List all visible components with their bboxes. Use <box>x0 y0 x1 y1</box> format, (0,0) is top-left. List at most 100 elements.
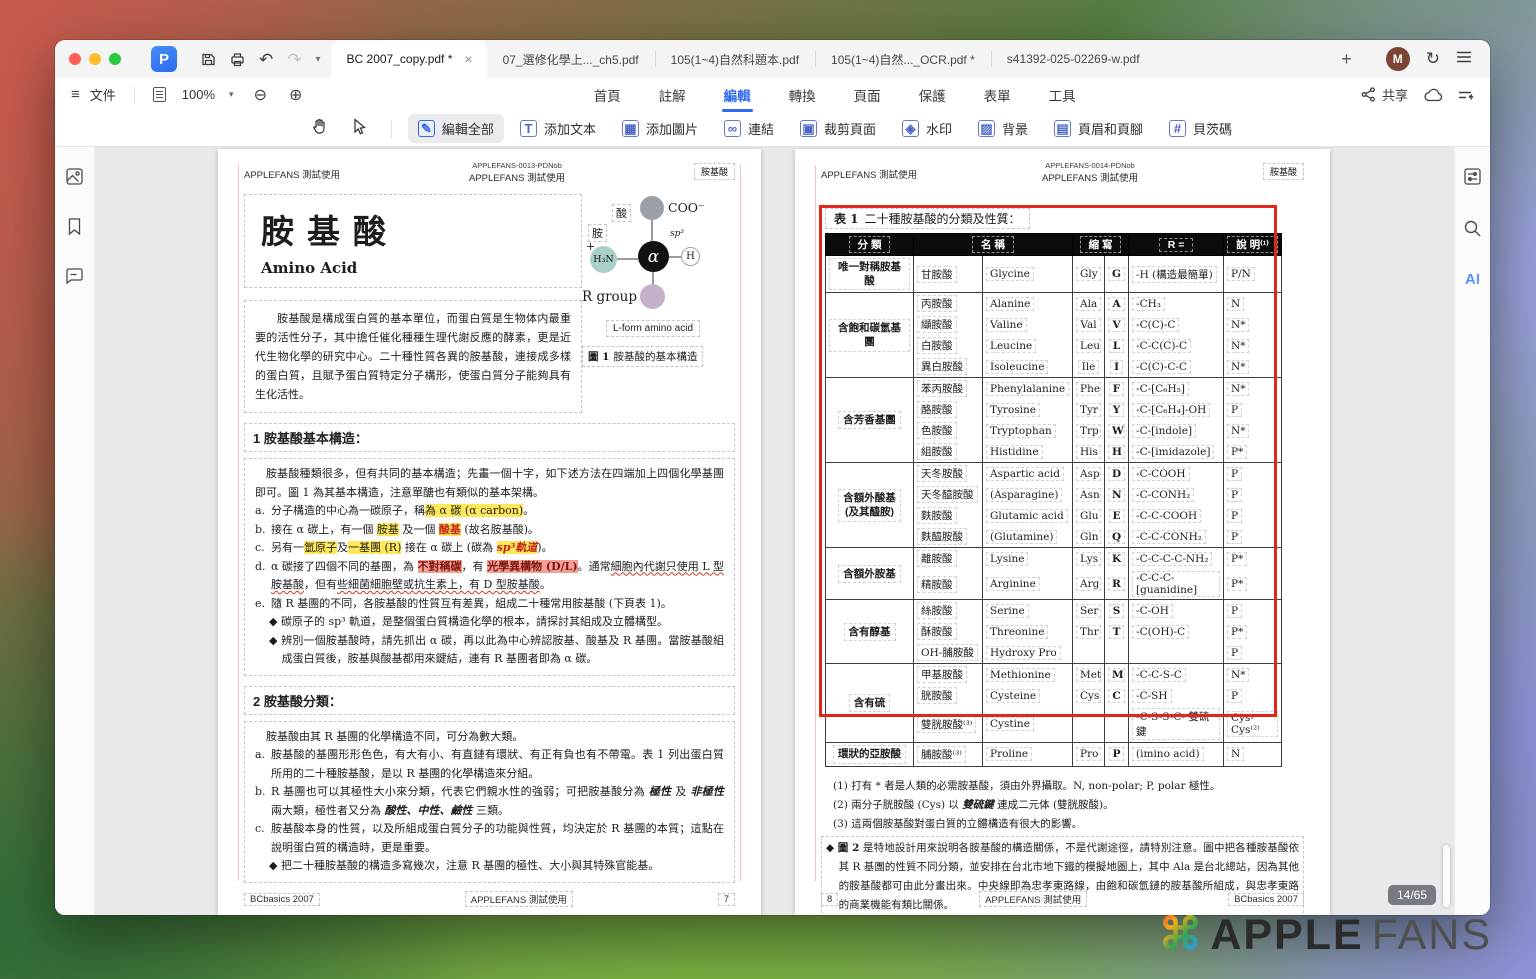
table-cell: N* <box>1224 378 1282 400</box>
table-cell: P <box>1105 743 1129 766</box>
ribbon-tab-表單[interactable]: 表單 <box>982 79 1013 111</box>
table-cell <box>1105 642 1129 664</box>
bates-icon: # <box>1169 120 1186 137</box>
background-icon: ▨ <box>978 120 995 137</box>
sync-icon[interactable]: ↻ <box>1426 49 1440 69</box>
tool-button[interactable]: T添加文本 <box>510 114 606 143</box>
ribbon-tab-頁面[interactable]: 頁面 <box>852 79 883 111</box>
page-display-icon[interactable] <box>153 87 166 102</box>
table-cell: P <box>1224 463 1282 485</box>
zoom-in-button[interactable]: ⊕ <box>283 85 308 105</box>
table-cell: I <box>1105 356 1129 378</box>
table-cell: 天冬胺酸 <box>914 463 983 485</box>
ribbon-tab-首頁[interactable]: 首頁 <box>592 79 623 111</box>
history-caret-icon[interactable]: ▾ <box>316 54 321 65</box>
ribbon-tab-保護[interactable]: 保護 <box>917 79 948 111</box>
table-cell: Glycine <box>983 256 1073 293</box>
vertical-scrollbar-thumb[interactable] <box>1443 845 1450 907</box>
bookmark-icon[interactable] <box>66 217 83 241</box>
tool-button[interactable]: # 貝茨碼 <box>1159 114 1242 143</box>
tab-bar-right: M ↻ <box>1368 40 1490 78</box>
table-cell: Isoleucine <box>983 356 1073 378</box>
close-window-button[interactable] <box>69 53 81 65</box>
table-cell: -H (構造最簡單) <box>1129 256 1224 293</box>
ribbon-tab-編輯[interactable]: 編輯 <box>722 79 753 111</box>
document-tab[interactable]: BC 2007_copy.pdf *× <box>331 40 487 78</box>
brand-bold-text: APPLE <box>1210 914 1363 957</box>
pdf-page-7[interactable]: APPLEFANS 測試使用 APPLEFANS-0013-PDNob APPL… <box>218 149 761 915</box>
crop-icon: ▣ <box>800 120 817 137</box>
ai-assistant-icon[interactable]: AI <box>1465 271 1480 288</box>
cloud-icon[interactable] <box>1424 88 1443 102</box>
tool-button[interactable]: ✎編輯全部 <box>408 114 504 143</box>
table-cell: Ser <box>1073 600 1105 622</box>
section1-bullet: ◆ 辨別一個胺基酸時，請先抓出 α 碳，再以此為中心辨認胺基、酸基及 R 基團。… <box>269 632 724 669</box>
undo-icon[interactable]: ↶ <box>259 51 273 68</box>
table-cell: 麩醯胺酸 <box>914 526 983 548</box>
right-sidebar: AI <box>1454 147 1490 915</box>
tool-button[interactable]: ∞連結 <box>714 114 784 143</box>
add-image-icon: ▦ <box>622 120 639 137</box>
tool-label: 貝茨碼 <box>1193 119 1232 138</box>
search-icon[interactable] <box>1463 219 1482 243</box>
zoom-out-button[interactable]: ⊖ <box>248 85 273 105</box>
tool-label: 添加圖片 <box>646 119 698 138</box>
table-cell: Pro <box>1073 743 1105 766</box>
tool-button[interactable]: ▤頁眉和頁腳 <box>1044 114 1153 143</box>
document-tab[interactable]: s41392-025-02269-w.pdf <box>991 40 1156 78</box>
tool-button[interactable]: ▦ 添加圖片 <box>612 114 708 143</box>
table-cell: N <box>1224 743 1282 766</box>
table-cell: 絲胺酸 <box>914 600 983 622</box>
redo-icon[interactable]: ↷ <box>287 51 301 68</box>
hand-tool-icon[interactable] <box>303 114 336 144</box>
account-avatar[interactable]: M <box>1386 47 1410 71</box>
table-cell: W <box>1105 420 1129 441</box>
panel-icon[interactable] <box>1463 167 1482 191</box>
menu-hamburger-icon[interactable] <box>1456 50 1472 69</box>
tool-button[interactable]: ▨ 背景 <box>968 114 1038 143</box>
tool-button[interactable]: ▣裁剪頁面 <box>790 114 886 143</box>
item-text: R 基團也可以其極性大小來分類，代表它們親水性的強弱；可把胺基酸分為 極性 及 … <box>271 783 724 820</box>
collapse-toolbar-icon[interactable] <box>1459 88 1474 102</box>
tool-label: 水印 <box>926 119 952 138</box>
minimize-window-button[interactable] <box>89 53 101 65</box>
table-cell: -C-[imidazole] <box>1129 441 1224 463</box>
comment-icon[interactable] <box>65 267 84 289</box>
zoom-level-value[interactable]: 100% <box>182 87 215 102</box>
save-icon[interactable] <box>201 52 216 67</box>
file-menu-button[interactable]: 文件 <box>90 85 116 104</box>
document-tab[interactable]: 105(1~4)自然科題本.pdf <box>655 40 815 78</box>
table-cell: 組胺酸 <box>914 441 983 463</box>
desktop-wallpaper: P ↶ ↷ ▾ BC 2007_copy.pdf *×07_選修化學上..._c… <box>0 0 1536 979</box>
diagram-rgroup-circle <box>640 284 665 309</box>
ribbon-tabs: 首頁 註解 編輯 轉換 頁面 保護 表單 工具 <box>308 79 1361 111</box>
tool-button[interactable]: ◈水印 <box>892 114 962 143</box>
table-cell: P* <box>1224 441 1282 463</box>
table-cell: Arg <box>1073 569 1105 600</box>
select-cursor-icon[interactable] <box>344 114 375 144</box>
ribbon-tab-轉換[interactable]: 轉換 <box>787 79 818 111</box>
table-cell <box>1129 642 1224 664</box>
table-cell: Glutamic acid <box>983 505 1073 526</box>
ribbon-tab-註解[interactable]: 註解 <box>657 79 688 111</box>
ribbon-tab-工具[interactable]: 工具 <box>1047 79 1078 111</box>
window-controls <box>55 40 133 78</box>
document-tab[interactable]: 105(1~4)自然..._OCR.pdf * <box>815 40 991 78</box>
fullscreen-window-button[interactable] <box>109 53 121 65</box>
share-button[interactable]: 共享 <box>1382 85 1408 104</box>
close-icon[interactable]: × <box>462 51 474 67</box>
header-watermark-center: APPLEFANS-0014-PDNob APPLEFANS 測試使用 <box>1042 161 1138 184</box>
header-watermark-left: APPLEFANS 測試使用 <box>244 167 340 181</box>
tool-label: 背景 <box>1002 119 1028 138</box>
section2-intro: 胺基酸由其 R 基團的化學構造不同，可分為數大類。 <box>255 728 724 747</box>
table-cell: Serine <box>983 600 1073 622</box>
list-item: d.α 碳接了四個不同的基團，為 不對稱碳，有 光學異構物 (D/L)。通常細胞… <box>255 558 724 595</box>
zoom-caret-icon[interactable]: ▾ <box>229 89 234 100</box>
pdf-page-8[interactable]: APPLEFANS 測試使用 APPLEFANS-0014-PDNob APPL… <box>795 149 1330 915</box>
new-tab-button[interactable]: + <box>1325 49 1368 70</box>
menu-bar: ≡ 文件 100% ▾ ⊖ ⊕ 首頁註解編輯轉換頁面保護表單工具 共享 <box>55 78 1490 111</box>
document-tab[interactable]: 07_選修化學上..._ch5.pdf <box>487 40 655 78</box>
add-text-icon: T <box>520 120 537 137</box>
thumbnails-icon[interactable] <box>65 167 84 191</box>
print-icon[interactable] <box>230 52 245 67</box>
